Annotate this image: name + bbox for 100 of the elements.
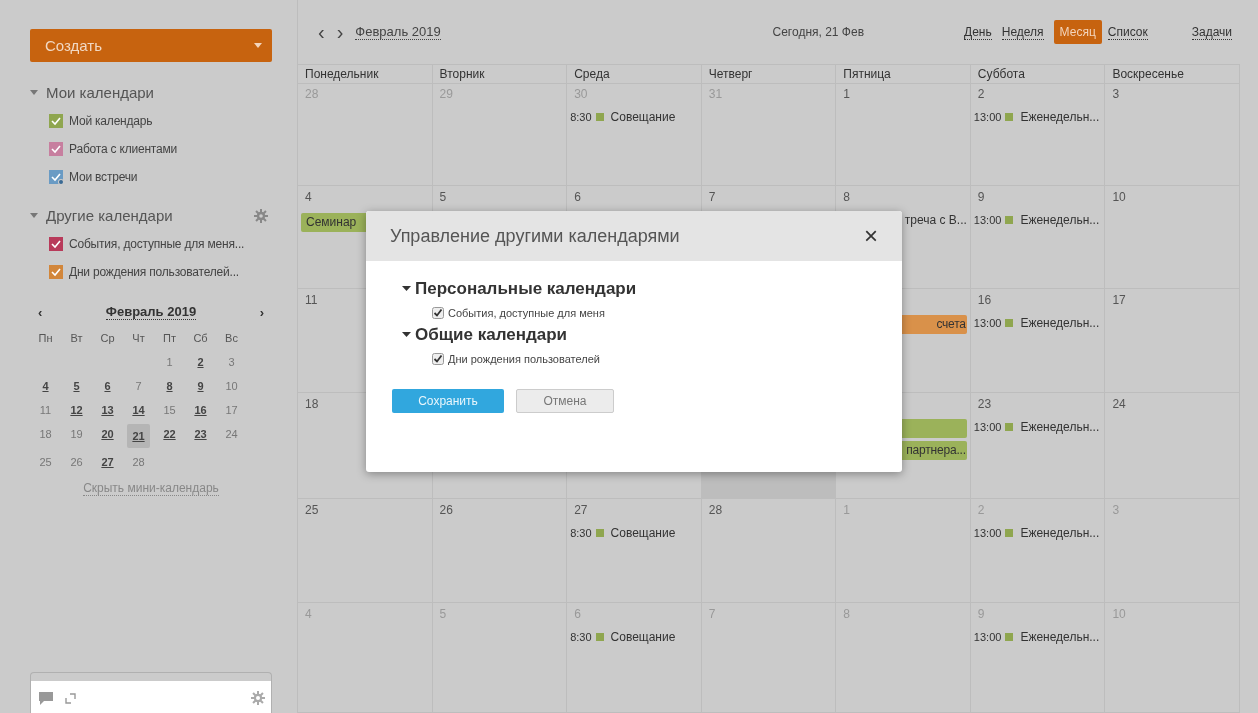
day-number: 23 bbox=[976, 397, 992, 411]
column-header: Среда bbox=[567, 65, 702, 84]
event-title[interactable]: Совещание bbox=[610, 526, 676, 540]
weekday-label: Сб bbox=[192, 331, 209, 346]
prev-month-button[interactable]: ‹ bbox=[38, 304, 43, 320]
chat-icon[interactable] bbox=[39, 691, 53, 705]
event-title[interactable]: Еженедельн... bbox=[1020, 420, 1100, 434]
checkbox[interactable] bbox=[48, 236, 64, 252]
day-number: 4 bbox=[304, 190, 312, 204]
event-title[interactable]: треча с В... bbox=[904, 213, 967, 227]
mini-day[interactable]: 8 bbox=[154, 374, 185, 398]
today-label[interactable]: Сегодня, 21 Фев bbox=[772, 25, 865, 39]
day-number: 18 bbox=[304, 397, 319, 411]
close-button[interactable]: × bbox=[864, 222, 878, 250]
mini-day[interactable]: 13 bbox=[92, 398, 123, 422]
view-tab[interactable]: Неделя bbox=[1001, 24, 1044, 40]
mini-day[interactable]: 23 bbox=[185, 422, 216, 446]
day-number: 1 bbox=[842, 87, 850, 101]
day-number: 16 bbox=[976, 293, 992, 307]
day-number: 10 bbox=[1111, 190, 1126, 204]
day-number: 24 bbox=[1111, 397, 1126, 411]
next-month-button[interactable]: › bbox=[259, 304, 264, 320]
calendar-name[interactable]: Дни рождения пользователей... bbox=[69, 265, 239, 279]
weekday-label: Ср bbox=[99, 331, 116, 346]
mini-day[interactable]: 4 bbox=[30, 374, 61, 398]
mini-day[interactable]: 27 bbox=[92, 450, 123, 474]
view-tab[interactable]: Список bbox=[1107, 24, 1148, 40]
group-title: Мои календари bbox=[46, 84, 155, 101]
column-header: Пятница bbox=[836, 65, 971, 84]
mini-day[interactable]: 14 bbox=[123, 398, 154, 422]
caret-icon[interactable] bbox=[402, 332, 411, 338]
gear-icon[interactable] bbox=[254, 208, 268, 223]
weekday-label: Вт bbox=[69, 331, 84, 346]
caret-icon[interactable] bbox=[402, 286, 411, 292]
day-number: 27 bbox=[573, 503, 588, 517]
event-time: 8:30 bbox=[570, 631, 592, 643]
event-time: 13:00 bbox=[973, 111, 1002, 123]
mini-day[interactable]: 2 bbox=[185, 350, 216, 374]
day-number: 8 bbox=[842, 190, 850, 204]
checkbox[interactable] bbox=[48, 264, 64, 280]
caret-icon bbox=[254, 43, 262, 48]
calendar-name[interactable]: Работа с клиентами bbox=[69, 142, 178, 156]
calendar-name[interactable]: Мой календарь bbox=[69, 114, 153, 128]
day-number: 9 bbox=[976, 190, 985, 204]
day-number: 17 bbox=[1111, 293, 1126, 307]
checkbox[interactable] bbox=[432, 353, 444, 365]
event-time: 13:00 bbox=[973, 527, 1002, 539]
checkbox[interactable] bbox=[48, 141, 64, 157]
day-number: 11 bbox=[304, 293, 318, 307]
month-title[interactable]: Февраль 2019 bbox=[105, 304, 197, 320]
day-number: 7 bbox=[707, 190, 716, 204]
calendar-name[interactable]: Мои встречи bbox=[69, 170, 138, 184]
mini-day[interactable]: 6 bbox=[92, 374, 123, 398]
event-title[interactable]: Совещание bbox=[610, 630, 676, 644]
mini-day[interactable]: 9 bbox=[185, 374, 216, 398]
day-number: 25 bbox=[304, 503, 319, 517]
tasks-link[interactable]: Задачи bbox=[1191, 24, 1232, 40]
view-tab[interactable]: День bbox=[964, 24, 992, 40]
day-number: 6 bbox=[573, 190, 581, 204]
mini-day[interactable]: 21 bbox=[127, 424, 150, 448]
cancel-button[interactable]: Отмена bbox=[516, 389, 614, 413]
mini-day[interactable]: 16 bbox=[185, 398, 216, 422]
weekday-label: Вс bbox=[224, 331, 239, 346]
event-title[interactable]: Еженедельн... bbox=[1020, 110, 1100, 124]
prev-button[interactable]: ‹ bbox=[318, 20, 325, 44]
event-title[interactable]: Еженедельн... bbox=[1020, 316, 1100, 330]
calendar-name[interactable]: Дни рождения пользователей bbox=[448, 353, 600, 365]
expand-icon[interactable] bbox=[65, 692, 76, 704]
mini-day[interactable]: 20 bbox=[92, 422, 123, 446]
day-number: 2 bbox=[976, 87, 985, 101]
event-title[interactable]: Еженедельн... bbox=[1020, 526, 1100, 540]
mini-day[interactable]: 22 bbox=[154, 422, 185, 446]
month-title[interactable]: Февраль 2019 bbox=[355, 24, 441, 40]
group-title: Другие календари bbox=[46, 207, 174, 224]
event-time: 8:30 bbox=[570, 111, 592, 123]
checkbox[interactable] bbox=[432, 307, 444, 319]
day-number: 5 bbox=[438, 190, 447, 204]
column-header: Вторник bbox=[432, 65, 568, 84]
section-title: Персональные календари bbox=[415, 279, 637, 299]
weekday-label: Пн bbox=[37, 331, 54, 346]
calendar-name[interactable]: События, доступные для меня bbox=[448, 307, 605, 319]
column-header: Воскресенье bbox=[1105, 65, 1240, 84]
mini-day[interactable]: 5 bbox=[61, 374, 92, 398]
event-title[interactable]: Еженедельн... bbox=[1020, 630, 1100, 644]
event-time: 8:30 bbox=[570, 527, 592, 539]
settings-icon[interactable] bbox=[251, 691, 265, 705]
day-number: 28 bbox=[707, 503, 723, 517]
day-number: 26 bbox=[438, 503, 453, 517]
column-header: Суббота bbox=[970, 65, 1106, 84]
column-header: Четверг bbox=[701, 65, 837, 84]
next-button[interactable]: › bbox=[336, 20, 344, 44]
checkbox[interactable] bbox=[48, 169, 64, 185]
event-title[interactable]: Совещание bbox=[610, 110, 676, 124]
event-title[interactable]: Еженедельн... bbox=[1020, 213, 1100, 227]
weekday-label: Пт bbox=[162, 331, 177, 346]
event-time: 13:00 bbox=[973, 317, 1002, 329]
mini-day[interactable]: 12 bbox=[61, 398, 92, 422]
calendar-name[interactable]: События, доступные для меня... bbox=[69, 237, 245, 251]
day-number: 3 bbox=[1111, 87, 1120, 101]
checkbox[interactable] bbox=[48, 113, 64, 129]
